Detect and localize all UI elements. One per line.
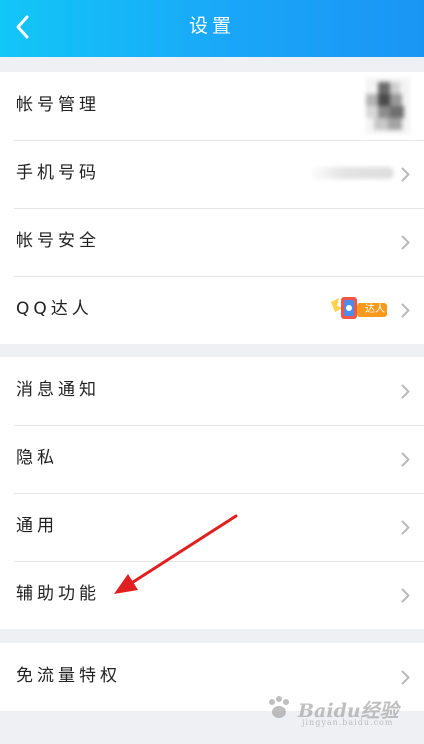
list-item-label: 消息通知 <box>16 380 100 400</box>
page-title: 设置 <box>188 15 235 37</box>
masked-phone-value <box>309 167 394 179</box>
chevron-right-icon <box>401 167 410 182</box>
list-item-label: 手机号码 <box>16 163 100 183</box>
list-item-label: 免流量特权 <box>16 666 121 686</box>
list-item-label: 隐私 <box>16 448 58 468</box>
list-item-account-management[interactable]: 帐号管理 <box>0 72 424 140</box>
settings-group-account: 帐号管理 手机号码 帐号安全 QQ达人 达人 <box>0 72 424 344</box>
list-item-accessibility[interactable]: 辅助功能 <box>0 561 424 629</box>
list-item-label: 帐号管理 <box>16 95 100 115</box>
watermark: Baidu经验 jingyan.baidu.com <box>262 690 402 730</box>
chevron-right-icon <box>401 670 410 685</box>
settings-group-general: 消息通知 隐私 通用 辅助功能 <box>0 357 424 629</box>
list-item-label: 辅助功能 <box>16 584 100 604</box>
list-item-label: 通用 <box>16 516 58 536</box>
paw-logo-icon <box>269 696 289 718</box>
list-item-phone-number[interactable]: 手机号码 <box>0 140 424 208</box>
list-item-qq-daren[interactable]: QQ达人 达人 <box>0 276 424 344</box>
chevron-right-icon <box>401 588 410 603</box>
list-item-privacy[interactable]: 隐私 <box>0 425 424 493</box>
list-item-account-security[interactable]: 帐号安全 <box>0 208 424 276</box>
chevron-right-icon <box>401 520 410 535</box>
watermark-url: jingyan.baidu.com <box>302 718 394 727</box>
list-item-general[interactable]: 通用 <box>0 493 424 561</box>
list-item-notifications[interactable]: 消息通知 <box>0 357 424 425</box>
chevron-right-icon <box>401 384 410 399</box>
avatar <box>366 78 410 134</box>
header-bar: 设置 <box>0 0 424 57</box>
qq-daren-badge-text: 达人 <box>365 304 385 315</box>
chevron-right-icon <box>401 452 410 467</box>
list-item-label: QQ达人 <box>16 299 93 319</box>
chevron-right-icon <box>401 303 410 318</box>
list-item-label: 帐号安全 <box>16 231 100 251</box>
chevron-right-icon <box>401 235 410 250</box>
